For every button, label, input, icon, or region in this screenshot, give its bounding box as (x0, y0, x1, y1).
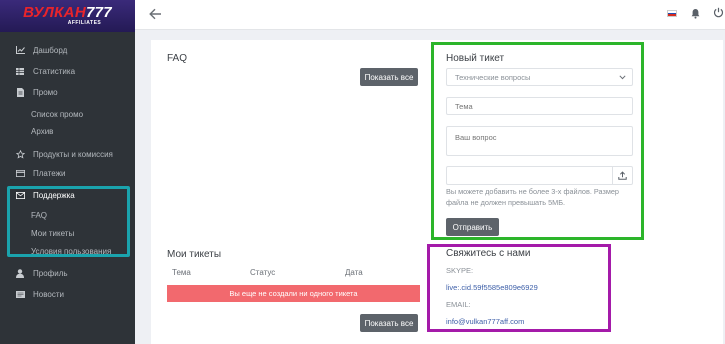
email-link[interactable]: info@vulkan777aff.com (446, 317, 524, 326)
sidebar-item-support[interactable]: Поддержка (0, 186, 135, 204)
contact-title: Свяжитесь с нами (446, 248, 531, 259)
table-icon (15, 66, 25, 76)
category-selected-value: Технические вопросы (455, 72, 531, 82)
tickets-show-all-button[interactable]: Показать все (360, 314, 418, 332)
column-header-status: Статус (250, 268, 276, 277)
power-icon[interactable] (713, 7, 725, 19)
logo-text: ВУЛКАН777 (23, 4, 112, 21)
brand-logo[interactable]: ВУЛКАН777 AFFILIATES (0, 0, 135, 32)
arrow-left-icon[interactable] (149, 7, 162, 23)
column-header-subject: Тема (172, 268, 191, 277)
sidebar-item-payments[interactable]: Платежи (0, 164, 135, 182)
star-icon (15, 149, 25, 159)
sidebar-item-label: Промо (33, 87, 58, 97)
sidebar-item-label: Дашборд (33, 45, 68, 55)
new-ticket-title: Новый тикет (446, 53, 505, 64)
my-tickets-title: Мои тикеты (167, 249, 222, 260)
sidebar-item-label: Профиль (33, 268, 68, 278)
sidebar-item-label: Статистика (33, 66, 76, 76)
sidebar-item-label: Новости (33, 289, 64, 299)
sidebar-item-dashboard[interactable]: Дашборд (0, 41, 135, 59)
bell-icon[interactable] (691, 8, 701, 20)
user-icon (15, 268, 25, 278)
subject-input[interactable] (446, 97, 633, 115)
question-textarea[interactable] (446, 126, 633, 156)
sidebar-subitem-my-tickets[interactable]: Мои тикеты (31, 226, 74, 240)
file-attach-field[interactable] (446, 166, 633, 185)
email-label: EMAIL: (446, 300, 471, 309)
sidebar-item-promo[interactable]: Промо (0, 83, 135, 101)
empty-tickets-row: Вы еще не создали ни одного тикета (167, 285, 420, 302)
ru-flag-icon[interactable] (667, 10, 677, 17)
faq-title: FAQ (167, 53, 188, 64)
category-select[interactable]: Технические вопросы (446, 68, 633, 86)
sidebar: ВУЛКАН777 AFFILIATES Дашборд Статистика … (0, 0, 135, 344)
submit-ticket-button[interactable]: Отправить (446, 218, 499, 236)
envelope-icon (15, 190, 25, 200)
sidebar-item-label: Продукты и комиссия (33, 149, 113, 159)
logo-subtitle: AFFILIATES (67, 20, 102, 26)
sidebar-item-profile[interactable]: Профиль (0, 264, 135, 282)
sidebar-item-statistics[interactable]: Статистика (0, 62, 135, 80)
sidebar-subitem-archive[interactable]: Архив (31, 124, 53, 138)
news-icon (15, 289, 25, 299)
attach-hint: Вы можете добавить не более 3-х файлов. … (446, 187, 619, 207)
card-icon (15, 168, 25, 178)
sidebar-subitem-terms[interactable]: Условия пользования (31, 244, 111, 258)
chart-icon (15, 45, 25, 55)
sidebar-item-news[interactable]: Новости (0, 285, 135, 303)
sidebar-item-label: Платежи (33, 168, 66, 178)
faq-show-all-button[interactable]: Показать все (360, 68, 418, 86)
upload-icon[interactable] (612, 167, 632, 184)
sidebar-item-label: Поддержка (33, 190, 75, 200)
skype-link[interactable]: live:.cid.59f5585e809e6929 (446, 283, 538, 292)
logo-part2: 777 (85, 4, 112, 21)
chevron-down-icon (619, 73, 626, 82)
logo-part1: ВУЛКАН (23, 4, 86, 21)
top-bar (135, 0, 725, 30)
sidebar-subitem-faq[interactable]: FAQ (31, 208, 47, 222)
column-header-date: Дата (345, 268, 363, 277)
sidebar-subitem-promo-list[interactable]: Список промо (31, 107, 83, 121)
file-icon (15, 87, 25, 97)
sidebar-item-products[interactable]: Продукты и комиссия (0, 145, 135, 163)
skype-label: SKYPE: (446, 266, 474, 275)
